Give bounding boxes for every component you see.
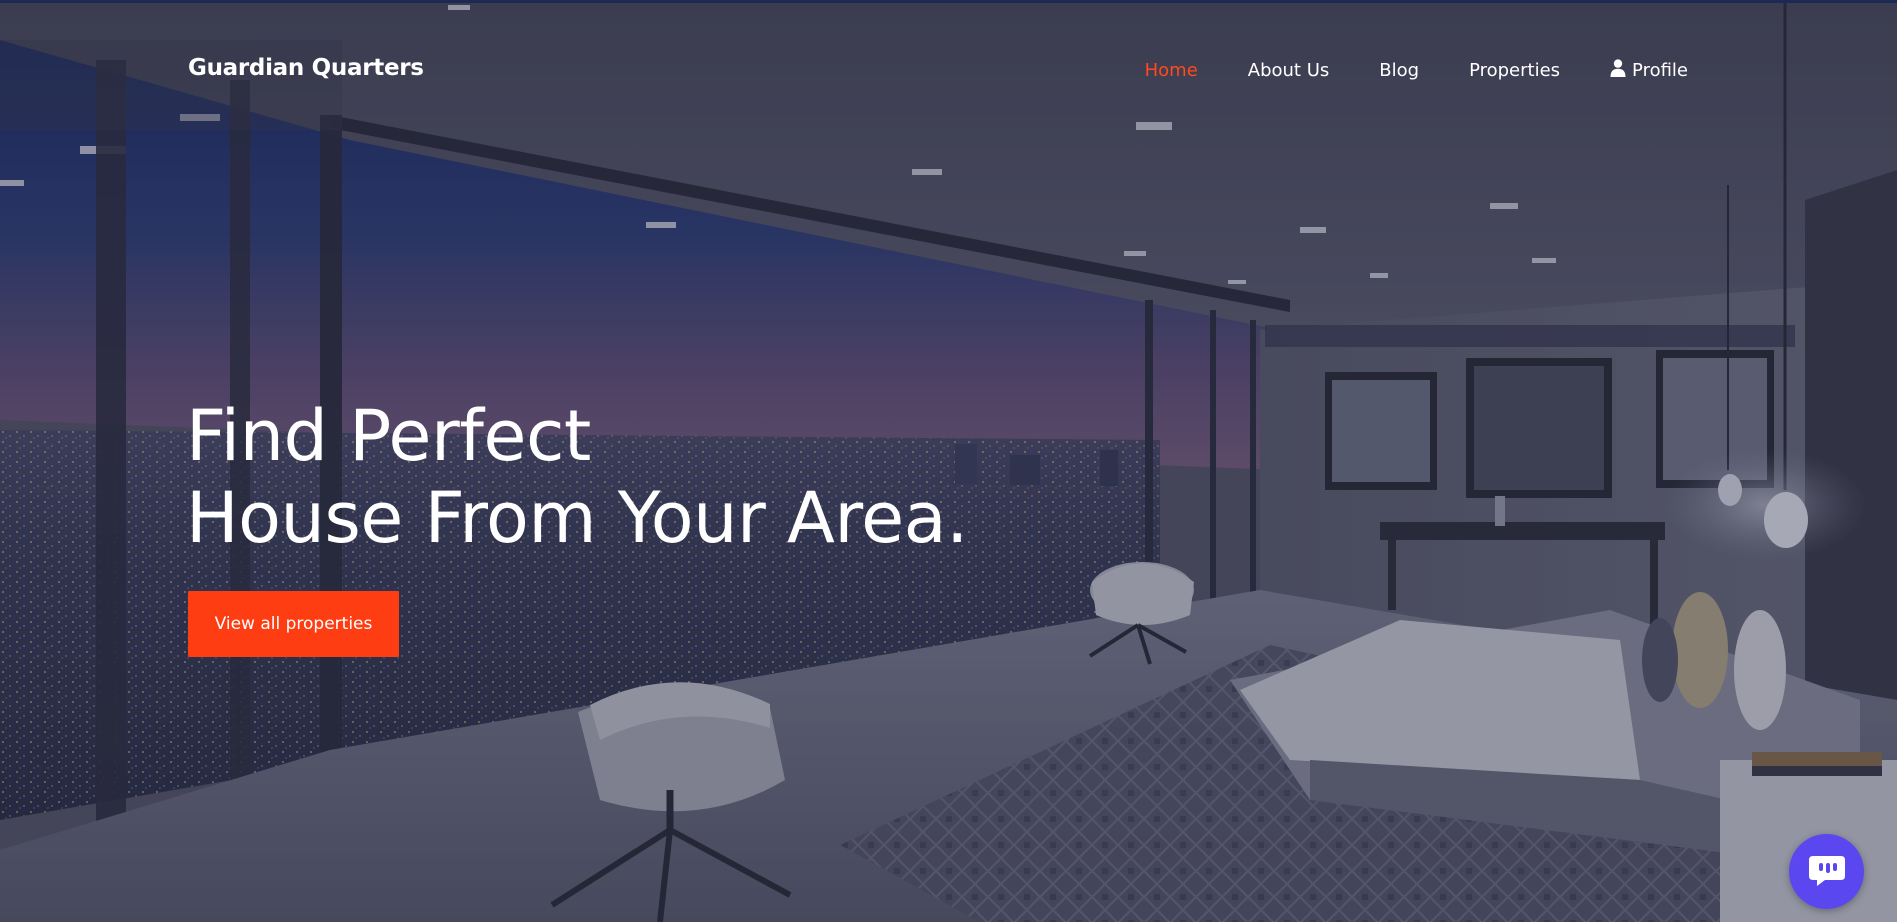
hero-headline-line-1: Find Perfect: [186, 395, 591, 477]
nav-item-profile[interactable]: Profile: [1610, 59, 1688, 82]
hero-headline-line-2: House From Your Area.: [186, 477, 968, 559]
top-navbar: Guardian Quarters Home About Us Blog Pro…: [0, 0, 1897, 150]
nav-item-home[interactable]: Home: [1145, 60, 1198, 81]
view-all-properties-button[interactable]: View all properties: [188, 591, 399, 657]
landing-page: Guardian Quarters Home About Us Blog Pro…: [0, 0, 1897, 922]
user-icon: [1610, 59, 1626, 82]
nav-item-profile-label: Profile: [1632, 60, 1688, 81]
nav-item-properties[interactable]: Properties: [1469, 60, 1560, 81]
chat-bubble-icon: [1807, 852, 1847, 892]
nav-item-blog[interactable]: Blog: [1379, 60, 1419, 81]
chat-launcher-button[interactable]: [1789, 834, 1864, 909]
brand-logo-text[interactable]: Guardian Quarters: [188, 55, 424, 81]
main-navigation: Home About Us Blog Properties Profile: [1145, 59, 1688, 82]
nav-item-about-us[interactable]: About Us: [1248, 60, 1330, 81]
hero-headline: Find Perfect House From Your Area.: [186, 395, 968, 559]
